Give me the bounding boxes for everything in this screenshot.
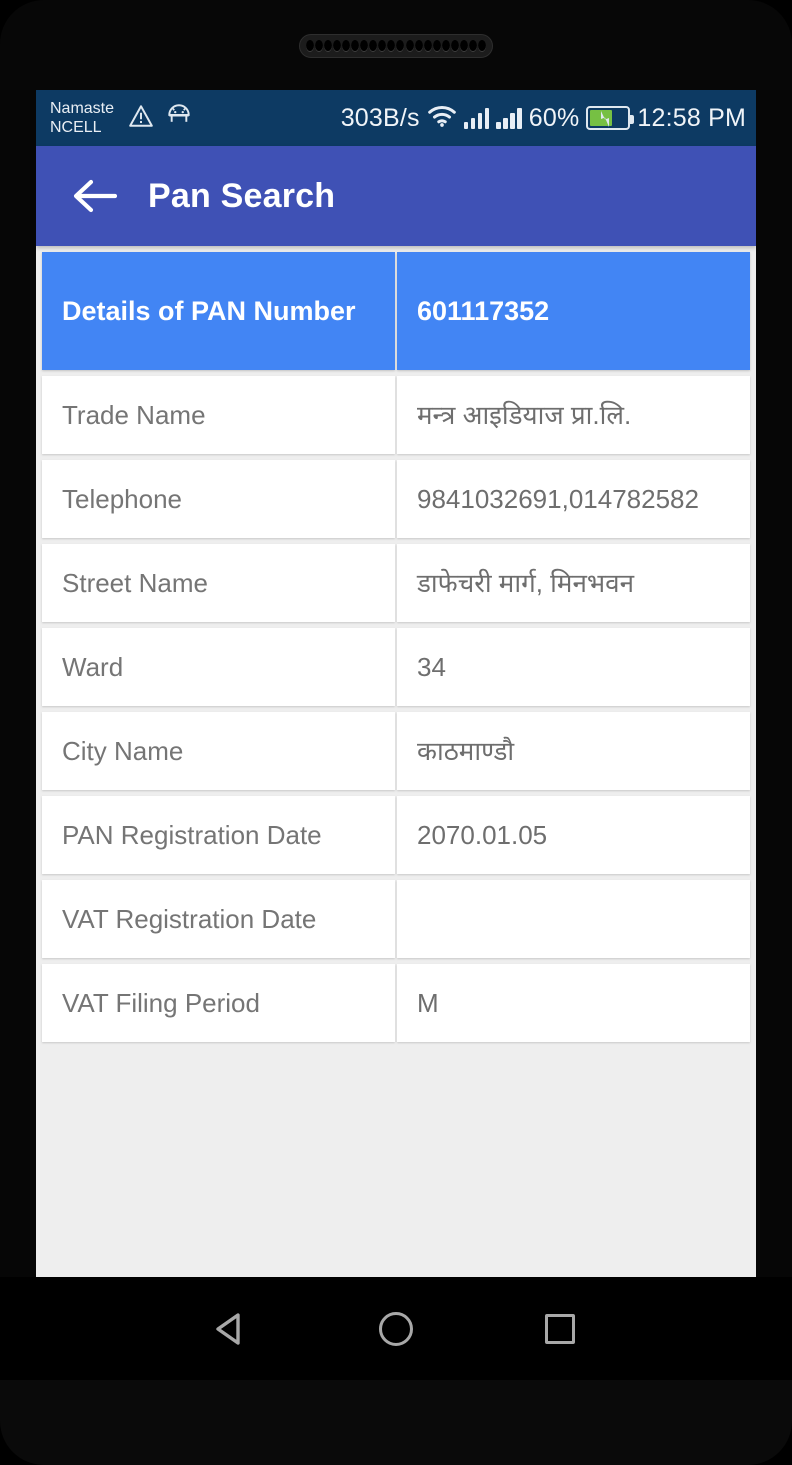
row-value: 2070.01.05 <box>417 820 548 850</box>
earpiece-speaker-grille <box>299 34 493 58</box>
row-value-cell: डाफेचरी मार्ग, मिनभवन <box>397 544 750 622</box>
row-value-cell: मन्त्र आइडियाज प्रा.लि. <box>397 376 750 454</box>
row-label: Ward <box>62 652 124 682</box>
wifi-icon <box>427 104 457 133</box>
page-title: Pan Search <box>148 176 336 215</box>
row-label-cell: Trade Name <box>42 376 395 454</box>
row-label: Telephone <box>62 484 182 514</box>
carrier-label: Namaste NCELL <box>50 100 115 136</box>
table-row: PAN Registration Date 2070.01.05 <box>42 796 750 874</box>
row-label: VAT Registration Date <box>62 904 317 934</box>
row-label-cell: Ward <box>42 628 395 706</box>
warning-triangle-icon <box>128 104 154 133</box>
status-right-icons: 303B/s 60% 12:58 PM <box>341 90 746 146</box>
android-robot-icon <box>165 103 193 133</box>
table-header-value-cell: 601117352 <box>397 252 750 370</box>
signal-bars-icon <box>496 107 522 129</box>
table-row: Telephone 9841032691,014782582 <box>42 460 750 538</box>
phone-device: Namaste NCELL 303B/s 60% 12:58 PM Pan Se… <box>0 0 792 1465</box>
row-label: Street Name <box>62 568 208 598</box>
row-value-cell <box>397 880 750 958</box>
battery-charging-bolt-icon <box>601 111 610 127</box>
battery-percent-label: 60% <box>528 103 580 132</box>
device-bottom-bezel <box>0 1380 792 1465</box>
arrow-back-icon[interactable] <box>60 162 128 230</box>
table-header-row: Details of PAN Number 601117352 <box>42 252 750 370</box>
row-label-cell: Street Name <box>42 544 395 622</box>
app-bar: Pan Search <box>36 146 756 246</box>
phone-screen: Namaste NCELL 303B/s 60% 12:58 PM Pan Se… <box>36 90 756 1277</box>
status-bar: Namaste NCELL 303B/s 60% 12:58 PM <box>36 90 756 146</box>
row-value-cell: M <box>397 964 750 1042</box>
table-row: VAT Filing Period M <box>42 964 750 1042</box>
table-row: Trade Name मन्त्र आइडियाज प्रा.लि. <box>42 376 750 454</box>
row-value: डाफेचरी मार्ग, मिनभवन <box>417 568 635 598</box>
row-value-cell: 34 <box>397 628 750 706</box>
nav-home-circle-icon[interactable] <box>363 1296 429 1362</box>
battery-icon <box>586 106 635 130</box>
table-header-label-cell: Details of PAN Number <box>42 252 395 370</box>
row-label-cell: City Name <box>42 712 395 790</box>
row-label: PAN Registration Date <box>62 820 322 850</box>
clock-label: 12:58 PM <box>637 103 746 132</box>
table-row: VAT Registration Date <box>42 880 750 958</box>
row-label-cell: PAN Registration Date <box>42 796 395 874</box>
row-label-cell: VAT Registration Date <box>42 880 395 958</box>
table-row: Ward 34 <box>42 628 750 706</box>
table-row: Street Name डाफेचरी मार्ग, मिनभवन <box>42 544 750 622</box>
nav-recents-square-icon[interactable] <box>527 1296 593 1362</box>
pan-details-table: Details of PAN Number 601117352 Trade Na… <box>36 246 756 1277</box>
row-value: 9841032691,014782582 <box>417 484 699 514</box>
device-top-bezel <box>0 0 792 90</box>
row-label: VAT Filing Period <box>62 988 260 1018</box>
row-value-cell: 2070.01.05 <box>397 796 750 874</box>
row-label-cell: Telephone <box>42 460 395 538</box>
row-value: मन्त्र आइडियाज प्रा.लि. <box>417 400 632 430</box>
row-value-cell: 9841032691,014782582 <box>397 460 750 538</box>
row-label-cell: VAT Filing Period <box>42 964 395 1042</box>
status-left-icons <box>128 103 193 133</box>
row-value-cell: काठमाण्डौ <box>397 712 750 790</box>
pan-number-value: 601117352 <box>417 296 550 326</box>
table-header-label: Details of PAN Number <box>62 296 356 326</box>
table-row: City Name काठमाण्डौ <box>42 712 750 790</box>
network-speed-label: 303B/s <box>340 103 420 132</box>
row-value: काठमाण्डौ <box>417 736 515 766</box>
nav-back-triangle-icon[interactable] <box>199 1296 265 1362</box>
row-label: City Name <box>62 736 184 766</box>
row-label: Trade Name <box>62 400 206 430</box>
signal-bars-icon <box>463 107 490 129</box>
row-value: M <box>417 988 439 1018</box>
row-value: 34 <box>417 652 446 682</box>
android-navigation-bar <box>0 1277 792 1380</box>
